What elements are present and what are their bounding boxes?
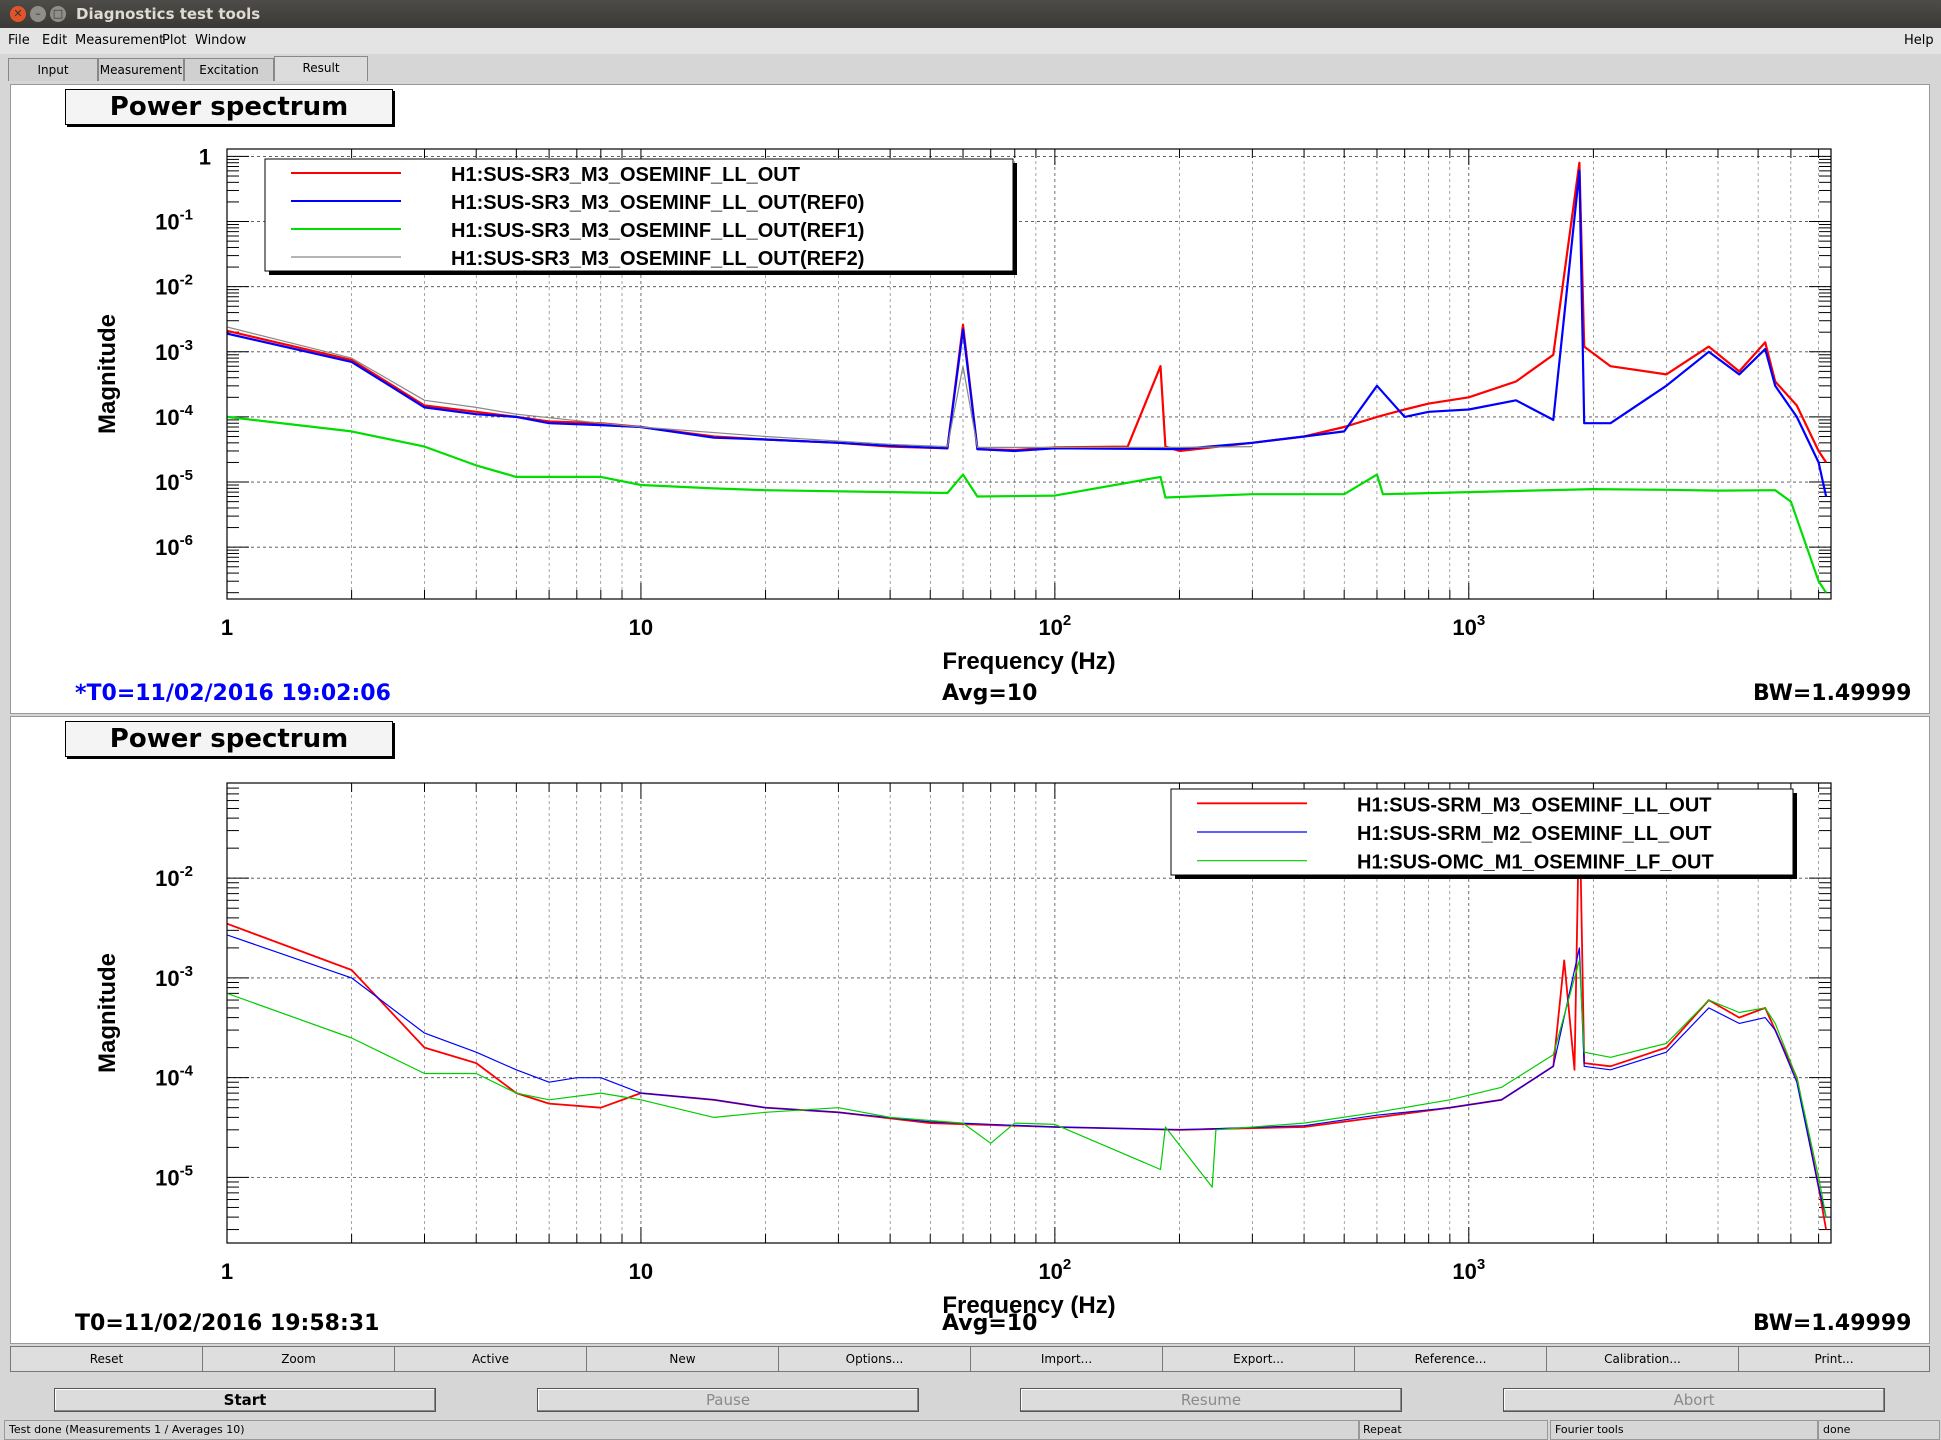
legend-label: H1:SUS-SRM_M3_OSEMINF_LL_OUT [1357,794,1712,816]
start-button[interactable]: Start [54,1388,436,1412]
x-tick-label: 1 [221,615,233,640]
status-state: done [1818,1420,1940,1440]
y-tick-label: 10-1 [155,207,193,235]
series-line-1 [227,934,1827,1218]
resume-button[interactable]: Resume [1020,1388,1402,1412]
legend-label: H1:SUS-SR3_M3_OSEMINF_LL_OUT(REF1) [451,220,864,242]
series-line-2 [227,415,1828,594]
zoom-button[interactable]: Zoom [202,1346,395,1372]
status-tool: Fourier tools [1550,1420,1818,1440]
print-button[interactable]: Print... [1738,1346,1930,1372]
bw-label: BW=1.49999 [1753,681,1912,706]
tab-bar: Input Measurement Excitation Result [0,56,1941,82]
abort-button[interactable]: Abort [1503,1388,1885,1412]
menu-plot[interactable]: Plot [162,33,187,48]
avg-label: Avg=10 [942,681,1038,706]
plot-toolbar: Reset Zoom Active New Options... Import.… [10,1346,1930,1372]
t0-label: *T0=11/02/2016 19:02:06 [75,681,391,706]
maximize-icon[interactable]: □ [50,6,66,22]
reference-button[interactable]: Reference... [1354,1346,1547,1372]
menu-bar: File Edit Measurement Plot Window Help [0,28,1941,54]
tab-measurement[interactable]: Measurement [98,58,184,81]
series-line-3 [227,326,1253,448]
y-tick-label: 10-3 [155,337,193,365]
x-tick-label: 10 [629,1259,653,1284]
legend: H1:SUS-SRM_M3_OSEMINF_LL_OUT H1:SUS-SRM_M… [1170,788,1797,879]
x-tick-label: 102 [1038,1256,1071,1284]
status-bar: Test done (Measurements 1 / Averages 10)… [0,1418,1941,1440]
power-spectrum-chart-1[interactable]: 1 10 102 103 1 10-1 10-2 10-3 10-4 10-5 10-6 Freque… [11,85,1929,705]
y-tick-label: 10-4 [155,402,193,430]
window-title: Diagnostics test tools [76,5,261,23]
avg-label: Avg=10 [942,1311,1038,1336]
legend-label: H1:SUS-SR3_M3_OSEMINF_LL_OUT [451,164,800,186]
close-icon[interactable]: ✕ [10,6,26,22]
legend-label: H1:SUS-SR3_M3_OSEMINF_LL_OUT(REF0) [451,192,864,214]
pause-button[interactable]: Pause [537,1388,919,1412]
x-tick-label: 103 [1452,612,1485,640]
x-tick-label: 102 [1038,612,1071,640]
y-tick-label: 10-2 [155,272,193,300]
export-button[interactable]: Export... [1162,1346,1355,1372]
y-tick-label: 1 [199,144,211,169]
tab-excitation[interactable]: Excitation [184,58,274,81]
y-tick-label: 10-2 [155,863,193,891]
menu-file[interactable]: File [8,33,30,48]
active-button[interactable]: Active [394,1346,587,1372]
import-button[interactable]: Import... [970,1346,1163,1372]
x-tick-label: 103 [1452,1256,1485,1284]
power-spectrum-chart-2[interactable]: 1 10 102 10310-210-310-410-5Frequency (Hz)M… [11,717,1929,1337]
t0-label: T0=11/02/2016 19:58:31 [75,1311,380,1336]
calibration-button[interactable]: Calibration... [1546,1346,1739,1372]
reset-button[interactable]: Reset [10,1346,203,1372]
y-tick-label: 10-6 [155,532,193,560]
x-axis-label: Frequency (Hz) [942,648,1115,675]
legend-label: H1:SUS-SRM_M2_OSEMINF_LL_OUT [1357,823,1712,845]
y-axis-label: Magnitude [94,953,121,1073]
legend-label: H1:SUS-SR3_M3_OSEMINF_LL_OUT(REF2) [451,248,864,270]
plot-pane-2: Power spectrum 1 10 102 103 10-2 10-3 10-4 10-5… [10,716,1930,1344]
y-tick-label: 10-5 [155,467,193,495]
status-main: Test done (Measurements 1 / Averages 10) [4,1420,1360,1440]
options-button[interactable]: Options... [778,1346,971,1372]
tab-input[interactable]: Input [8,58,98,81]
tab-result[interactable]: Result [274,56,368,81]
new-button[interactable]: New [586,1346,779,1372]
title-bar: ✕ – □ Diagnostics test tools [0,0,1941,28]
y-axis-label: Magnitude [94,314,121,434]
y-tick-label: 10-5 [155,1162,193,1190]
menu-edit[interactable]: Edit [42,33,67,48]
y-tick-label: 10-3 [155,963,193,991]
menu-measurement[interactable]: Measurement [75,33,164,48]
minimize-icon[interactable]: – [30,6,46,22]
x-tick-label: 1 [221,1259,233,1284]
legend-label: H1:SUS-OMC_M1_OSEMINF_LF_OUT [1357,852,1714,874]
status-mode: Repeat [1358,1420,1548,1440]
y-tick-label: 10-4 [155,1063,193,1091]
series-line-2 [227,959,1827,1218]
legend: H1:SUS-SR3_M3_OSEMINF_LL_OUT H1:SUS-SR3_M… [264,158,1017,275]
x-tick-label: 10 [629,615,653,640]
plot-pane-1: Power spectrum 1 10 102 103 1 10-1 10-2 10-3 10-… [10,84,1930,714]
menu-window[interactable]: Window [195,33,246,48]
bw-label: BW=1.49999 [1753,1311,1912,1336]
menu-help[interactable]: Help [1904,33,1934,48]
